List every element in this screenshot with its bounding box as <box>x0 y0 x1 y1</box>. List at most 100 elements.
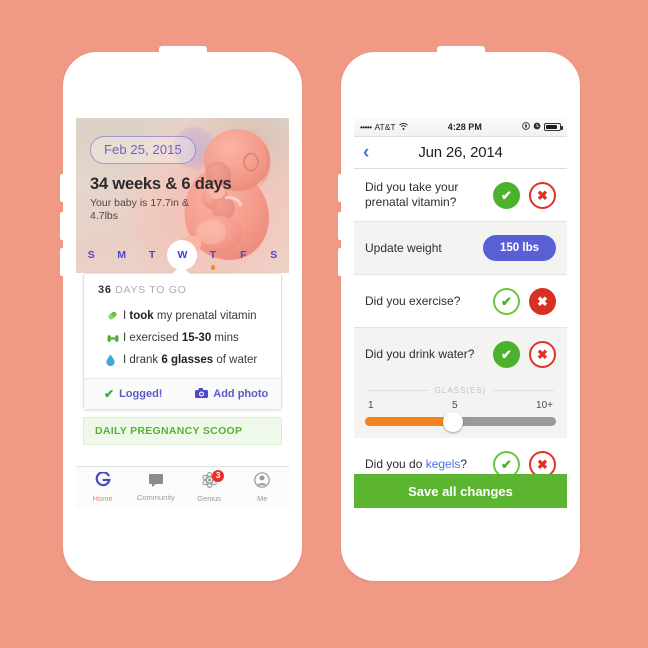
phone-mockup-right: ••••• AT&T 4:28 PM ‹ Jun 26, 2014 Did yo… <box>338 46 580 581</box>
silent-switch[interactable] <box>60 174 64 202</box>
slider-min-label: 1 <box>368 400 374 411</box>
volume-up-button[interactable] <box>60 212 64 240</box>
log-item-text: I drank 6 glasses of water <box>123 354 258 366</box>
camera-icon <box>195 387 209 401</box>
no-button-vitamin[interactable]: ✖ <box>529 181 556 209</box>
tab-home[interactable]: Home <box>76 467 129 508</box>
baby-size-text: Your baby is 17.7in & 4.7lbs <box>90 197 189 223</box>
day-marker-dot-icon <box>210 265 215 270</box>
daily-pregnancy-scoop-banner[interactable]: DAILY PREGNANCY SCOOP <box>83 417 282 445</box>
yes-button-exercise[interactable]: ✔ <box>493 287 520 315</box>
slider-caption-label: GLASS(ES) <box>434 386 487 395</box>
yes-no-control: ✔ ✖ <box>493 340 556 368</box>
day-label: W <box>177 249 188 261</box>
tab-community[interactable]: Community <box>129 467 182 508</box>
log-item-text: I exercised 15-30 mins <box>123 332 239 344</box>
log-card-footer: ✔ Logged! Add photo <box>84 378 281 409</box>
row-prenatal-vitamin: Did you take your prenatal vitamin? ✔ ✖ <box>354 169 567 222</box>
carrier-label: AT&T <box>374 122 396 132</box>
log-item-vitamin[interactable]: I took my prenatal vitamin <box>84 304 281 327</box>
day-label: T <box>148 249 156 261</box>
check-icon: ✔ <box>104 387 115 401</box>
logged-status-button[interactable]: ✔ Logged! <box>84 379 183 409</box>
chat-bubble-icon <box>148 473 164 492</box>
battery-icon <box>544 123 563 131</box>
log-item-text: I took my prenatal vitamin <box>123 309 257 322</box>
glasses-slider[interactable] <box>365 411 556 432</box>
person-icon <box>254 472 271 493</box>
question-label: Update weight <box>365 240 442 255</box>
weight-value-button[interactable]: 150 lbs <box>483 235 556 261</box>
logged-label: Logged! <box>119 388 163 400</box>
yes-button-vitamin[interactable]: ✔ <box>493 181 520 209</box>
yes-no-control: ✔ ✖ <box>493 181 556 209</box>
question-label: Did you take your prenatal vitamin? <box>365 180 459 209</box>
save-all-changes-button[interactable]: Save all changes <box>354 474 567 508</box>
phone-speaker-notch <box>436 46 485 56</box>
day-sun[interactable]: S <box>76 241 106 269</box>
days-to-go-label: DAYS TO GO <box>115 284 187 296</box>
add-photo-button[interactable]: Add photo <box>183 379 282 409</box>
day-sat[interactable]: S <box>259 241 289 269</box>
dumbbell-icon <box>106 333 123 344</box>
pregnancy-hero: Feb 25, 2015 34 weeks & 6 days Your baby… <box>76 118 289 273</box>
volume-down-button[interactable] <box>338 248 342 276</box>
volume-down-button[interactable] <box>60 248 64 276</box>
status-bar-time: 4:28 PM <box>447 122 482 132</box>
no-button-exercise[interactable]: ✖ <box>529 287 556 315</box>
phone-mockup-left: Feb 25, 2015 34 weeks & 6 days Your baby… <box>60 46 302 581</box>
water-drop-icon <box>106 354 123 366</box>
question-label: Did you exercise? <box>365 293 461 308</box>
days-to-go-count: 36 <box>98 284 112 296</box>
day-label: S <box>87 249 95 261</box>
day-fri[interactable]: F <box>228 241 258 269</box>
app-screen-daily-log: ••••• AT&T 4:28 PM ‹ Jun 26, 2014 Did yo… <box>354 118 567 508</box>
slider-knob[interactable] <box>442 411 463 432</box>
chevron-left-icon[interactable]: ‹ <box>363 143 369 162</box>
bottom-tab-bar: Home Community 3 Genius Me <box>76 466 289 508</box>
day-wed-selected[interactable]: W <box>167 240 198 270</box>
log-item-list: I took my prenatal vitamin I exercised 1… <box>84 300 281 378</box>
silent-switch[interactable] <box>338 174 342 202</box>
tab-genius[interactable]: 3 Genius <box>183 467 236 508</box>
kegels-link[interactable]: kegels <box>426 457 461 471</box>
no-button-water[interactable]: ✖ <box>529 340 556 368</box>
tab-label: Genius <box>197 494 221 503</box>
slider-mid-label: 5 <box>452 400 458 411</box>
tab-label: Home <box>92 494 113 503</box>
log-item-exercise[interactable]: I exercised 15-30 mins <box>84 327 281 349</box>
location-icon <box>522 122 530 132</box>
tab-me[interactable]: Me <box>236 467 289 508</box>
tab-label: Community <box>136 493 175 502</box>
row-drink-water: Did you drink water? ✔ ✖ <box>354 328 567 380</box>
day-mon[interactable]: M <box>106 241 136 269</box>
ios-status-bar: ••••• AT&T 4:28 PM <box>354 118 567 137</box>
add-photo-label: Add photo <box>213 388 269 400</box>
date-pill[interactable]: Feb 25, 2015 <box>90 136 196 164</box>
genius-badge: 3 <box>212 470 225 482</box>
daily-log-card-wrapper: 36 DAYS TO GO I took my prenatal vitamin <box>76 266 289 410</box>
daily-log-card: 36 DAYS TO GO I took my prenatal vitamin <box>83 266 282 410</box>
glasses-slider-block: GLASS(ES) 1 5 10+ <box>354 380 567 438</box>
yes-button-water[interactable]: ✔ <box>493 340 520 368</box>
app-screen-home: Feb 25, 2015 34 weeks & 6 days Your baby… <box>76 118 289 508</box>
volume-up-button[interactable] <box>338 212 342 240</box>
day-label: M <box>117 249 126 261</box>
log-item-water[interactable]: I drank 6 glasses of water <box>84 349 281 371</box>
slider-max-label: 10+ <box>536 400 553 411</box>
alarm-icon <box>533 122 541 132</box>
row-update-weight: Update weight 150 lbs <box>354 222 567 275</box>
status-bar-left: ••••• AT&T <box>360 122 408 132</box>
wifi-icon <box>398 122 408 132</box>
pill-icon <box>106 309 123 322</box>
day-tue[interactable]: T <box>137 241 167 269</box>
week-day-selector[interactable]: S M T W T F S <box>76 240 289 270</box>
slider-fill <box>365 417 453 426</box>
day-thu[interactable]: T <box>198 241 228 270</box>
page-title: Jun 26, 2014 <box>418 144 503 161</box>
row-exercise: Did you exercise? ✔ ✖ <box>354 275 567 328</box>
caption-rule-right <box>493 390 554 391</box>
slider-caption: GLASS(ES) <box>365 386 556 400</box>
nav-bar: ‹ Jun 26, 2014 <box>354 137 567 169</box>
screenshot-canvas: Feb 25, 2015 34 weeks & 6 days Your baby… <box>0 0 648 648</box>
